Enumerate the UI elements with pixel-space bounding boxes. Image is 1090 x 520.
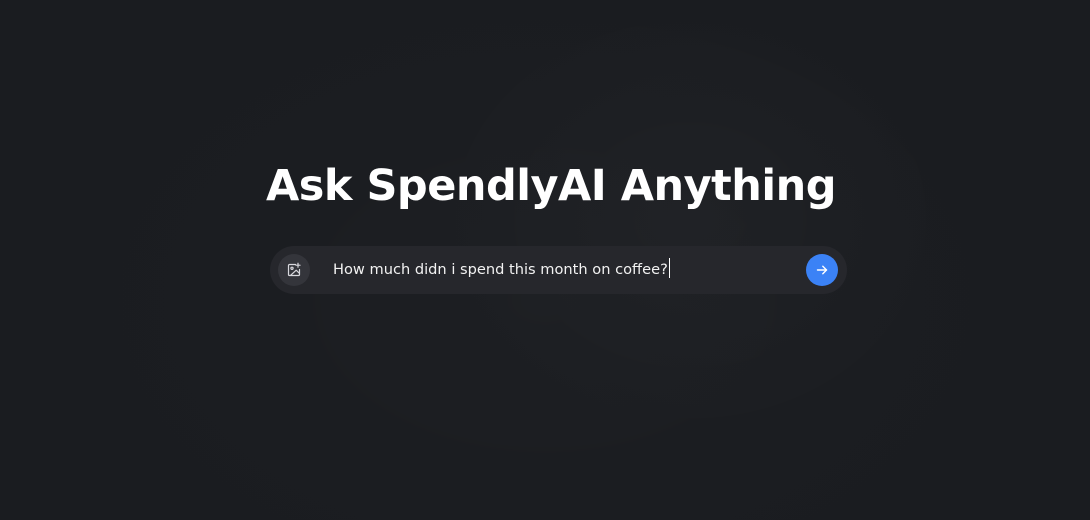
page-title: Ask SpendlyAI Anything xyxy=(266,161,836,211)
attach-image-button[interactable] xyxy=(278,254,310,286)
prompt-bar: How much didn i spend this month on coff… xyxy=(270,246,847,294)
main-content: Ask SpendlyAI Anything How much didn i s… xyxy=(0,0,1090,520)
arrow-right-icon xyxy=(815,263,829,277)
text-caret xyxy=(668,258,670,278)
image-plus-icon xyxy=(286,262,302,278)
prompt-input[interactable]: How much didn i spend this month on coff… xyxy=(333,258,803,282)
prompt-input-text: How much didn i spend this month on coff… xyxy=(333,261,668,278)
send-button[interactable] xyxy=(806,254,838,286)
